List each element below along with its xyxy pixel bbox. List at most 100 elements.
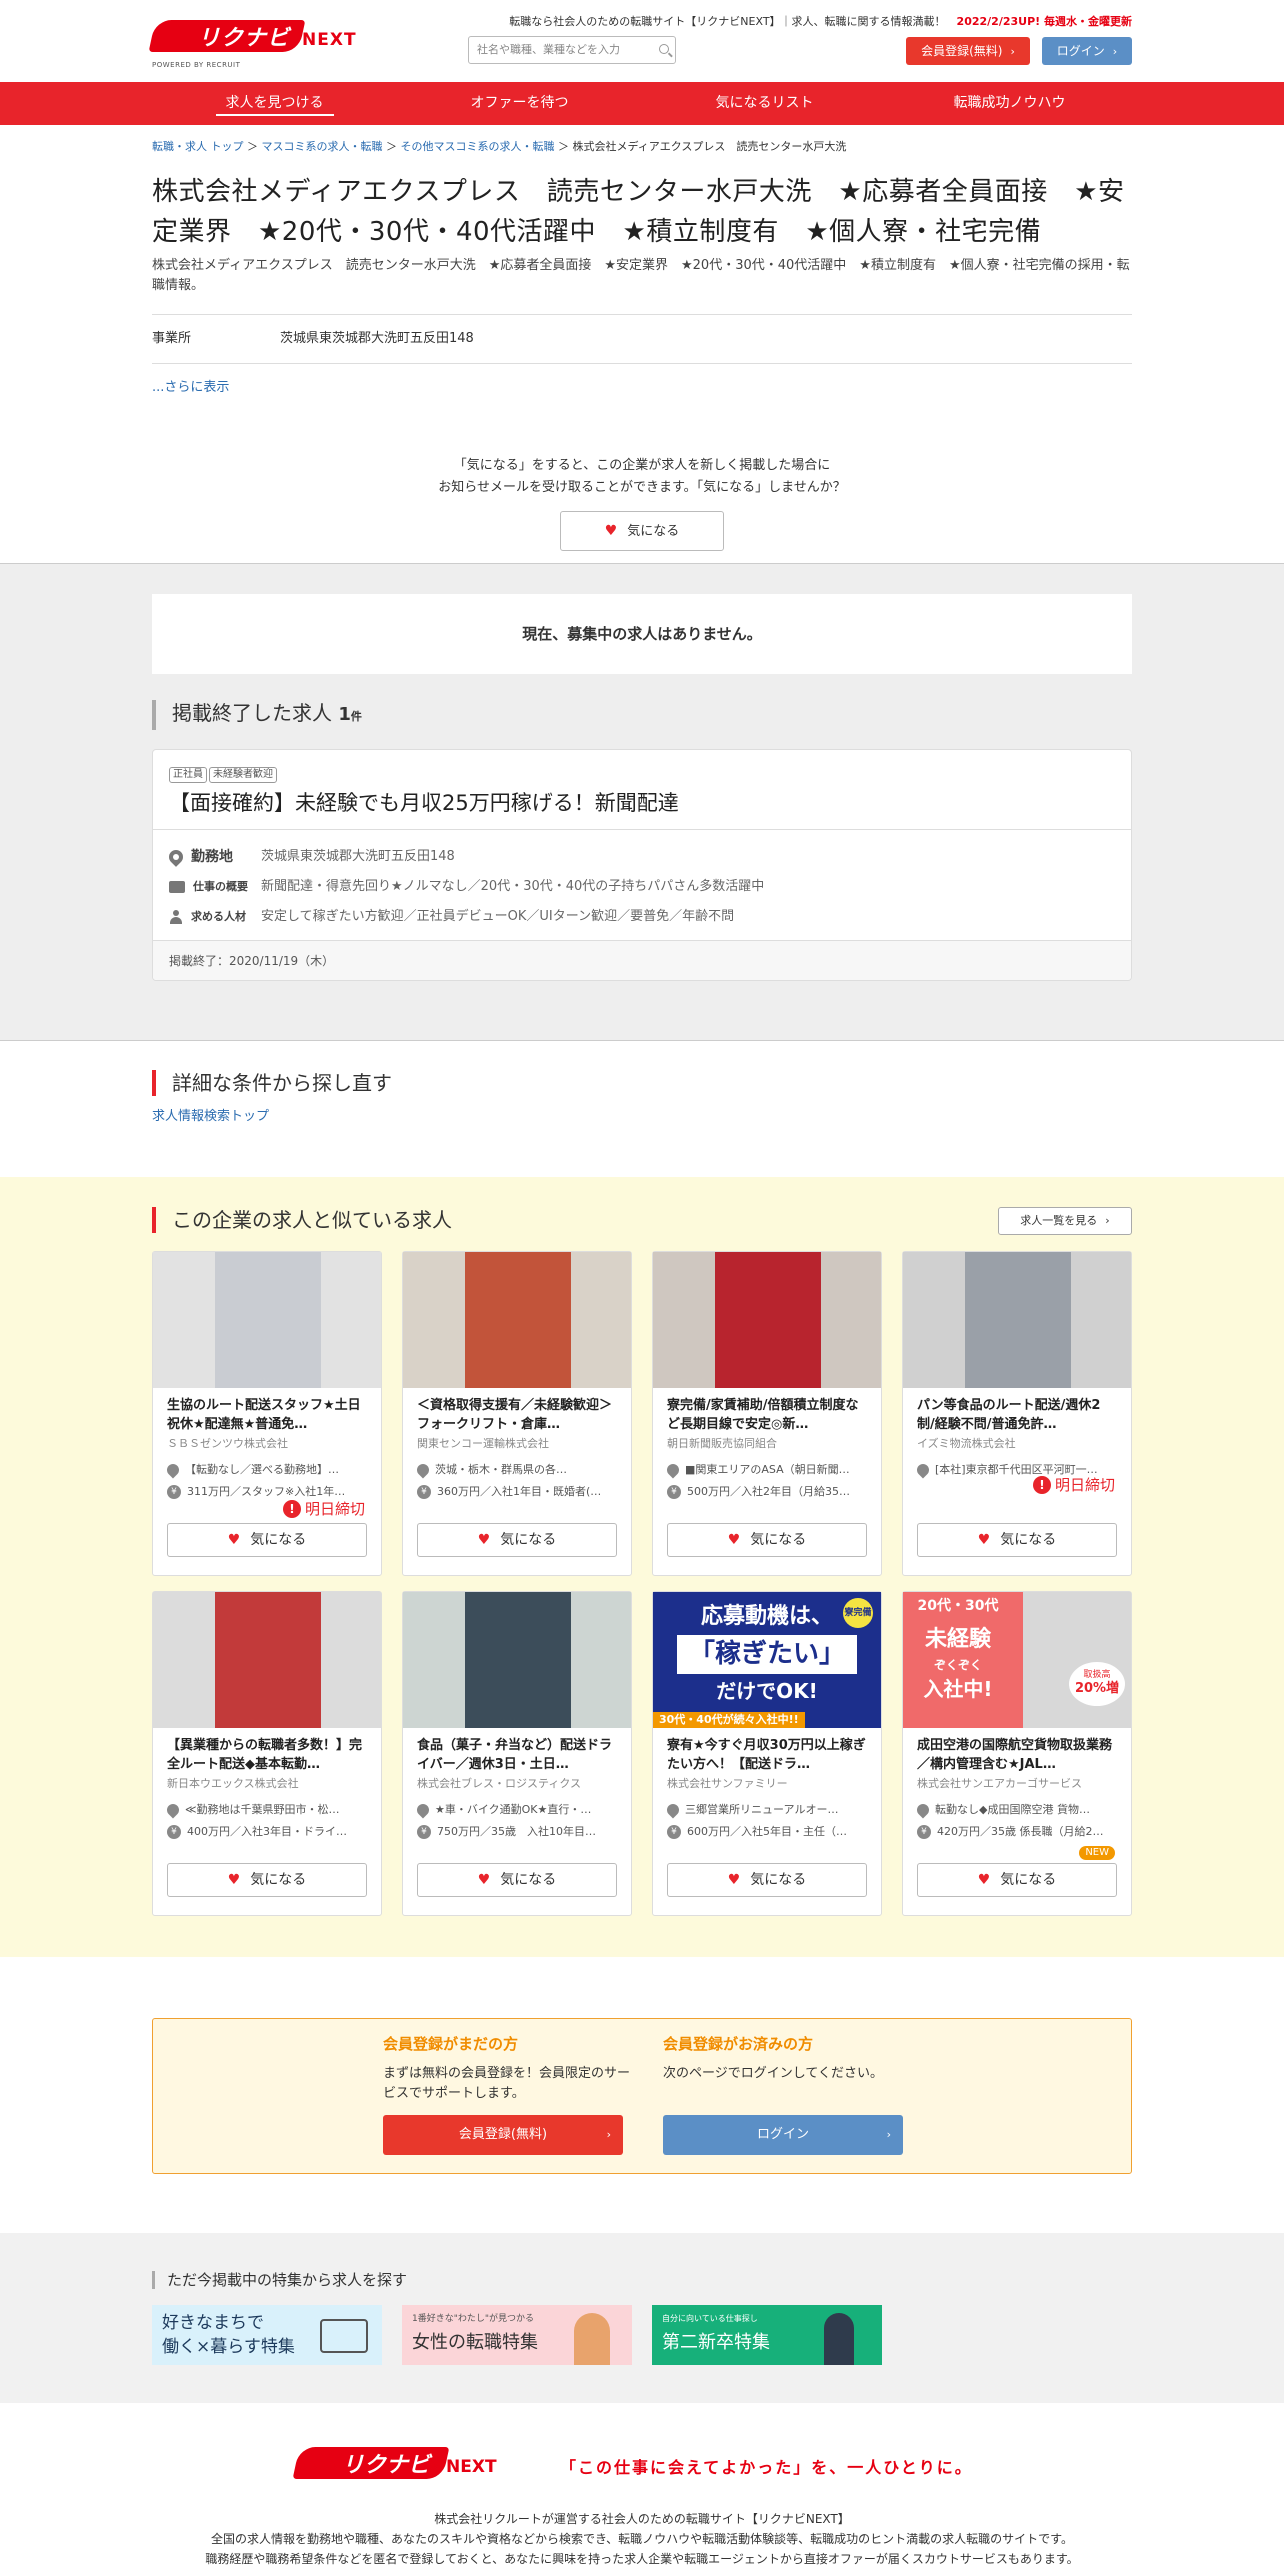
ended-job-title[interactable]: 【面接確約】未経験でも月収25万円稼げる！新聞配達 — [153, 784, 1131, 830]
yen-icon: ¥ — [417, 1484, 431, 1499]
fav-label: 気になる — [750, 1532, 807, 1548]
similar-fav-button[interactable]: ♥ 気になる — [667, 1523, 867, 1557]
breadcrumb: 転職・求人 トップ ＞ マスコミ系の求人・転職 ＞ その他マスコミ系の求人・転職… — [152, 139, 846, 156]
breadcrumb-other-masscomm[interactable]: その他マスコミ系の求人・転職 — [401, 140, 555, 153]
location-pin-icon — [667, 1461, 682, 1478]
job-location: ≪勤務地は千葉県野田市・松… — [167, 1799, 367, 1821]
breadcrumb-top[interactable]: 転職・求人 トップ — [152, 140, 244, 153]
job-title[interactable]: ＜資格取得支援有／未経験歓迎＞フォークリフト・倉庫… — [403, 1388, 631, 1434]
yen-icon: ¥ — [417, 1824, 431, 1839]
job-title[interactable]: 寮有★今すぐ月収30万円以上稼ぎたい方へ！【配送ドラ… — [653, 1728, 881, 1774]
job-image[interactable] — [903, 1252, 1131, 1388]
member-login-button[interactable]: ログイン › — [663, 2115, 903, 2155]
job-photo — [215, 1592, 321, 1728]
footer-line1: 株式会社リクルートが運営する社会人のための転職サイト【リクナビNEXT】 — [434, 2512, 850, 2526]
similar-job-card[interactable]: 寮完備/家賃補助/倍額積立制度など長期目線で安定◎新… 朝日新聞販売協同組合 ■関東… — [652, 1251, 882, 1576]
job-location: ★車・バイク通勤OK★直行・… — [417, 1799, 617, 1821]
banner-second-grad[interactable]: 自分に向いている仕事探し 第二新卒特集 — [652, 2305, 882, 2365]
breadcrumb-sep: ＞ — [386, 140, 397, 153]
similar-fav-button[interactable]: ♥ 気になる — [417, 1863, 617, 1897]
job-title[interactable]: 生協のルート配送スタッフ★土日祝休★配達無★普通免… — [153, 1388, 381, 1434]
similar-job-card[interactable]: ＜資格取得支援有／未経験歓迎＞フォークリフト・倉庫… 関東センコー運輸株式会社 茨城… — [402, 1251, 632, 1576]
similar-fav-button[interactable]: ♥ 気になる — [917, 1523, 1117, 1557]
footer-logo-text: リクナビ — [342, 2453, 431, 2478]
similar-job-card[interactable]: 20代・30代 未経験 ぞくぞく 入社中! 取扱高 20%増成田空港の国際航空貨物取扱業務… — [902, 1591, 1132, 1916]
banner-hometown[interactable]: 好きなまちで 働く×暮らす特集 — [152, 2305, 382, 2365]
job-company: 株式会社サンファミリー — [667, 1777, 788, 1790]
similar-fav-button[interactable]: ♥ 気になる — [167, 1523, 367, 1557]
company-fav-button[interactable]: ♥ 気になる — [560, 511, 724, 551]
job-tags: 正社員 未経験者歓迎 — [153, 750, 1131, 784]
row-value: 安定して稼ぎたい方歓迎／正社員デビューOK／UIターン歓迎／要普免／年齢不問 — [261, 909, 735, 924]
job-photo — [465, 1592, 571, 1728]
fav-label: 気になる — [250, 1532, 307, 1548]
job-location: 転勤なし◆成田国際空港 貨物… — [917, 1799, 1117, 1821]
job-image[interactable] — [403, 1252, 631, 1388]
deadline-badge: ! 明日締切 — [282, 1498, 365, 1521]
member-register-label: 会員登録(無料) — [458, 2127, 548, 2142]
job-salary: ¥600万円／入社5年目・主任（… — [667, 1821, 867, 1843]
search-top-link[interactable]: 求人情報検索トップ — [152, 1109, 269, 1124]
banner-rate: 取扱高 20%増 — [1069, 1662, 1125, 1706]
woman-figure — [574, 2313, 610, 2365]
yen-icon: ¥ — [917, 1824, 931, 1839]
chevron-right-icon: › — [1105, 1214, 1110, 1227]
job-image[interactable] — [153, 1592, 381, 1728]
similar-job-card[interactable]: 食品（菓子・弁当など）配送ドライバー／週休3日・土日… 株式会社ブレス・ロジスティ… — [402, 1591, 632, 1916]
similar-fav-button[interactable]: ♥ 気になる — [417, 1523, 617, 1557]
job-photo — [715, 1252, 821, 1388]
location-pin-icon — [166, 847, 186, 867]
job-title[interactable]: 寮完備/家賃補助/倍額積立制度など長期目線で安定◎新… — [653, 1388, 881, 1434]
job-title[interactable]: パン等食品のルート配送/週休2制/経験不問/普通免許… — [903, 1388, 1131, 1434]
breadcrumb-masscomm[interactable]: マスコミ系の求人・転職 — [262, 140, 383, 153]
similar-fav-button[interactable]: ♥ 気になる — [667, 1863, 867, 1897]
similar-fav-button[interactable]: ♥ 気になる — [917, 1863, 1117, 1897]
job-salary: ¥420万円／35歳 係長職（月給2… — [917, 1821, 1117, 1843]
job-image[interactable]: 応募動機は、 「稼ぎたい」 だけでOK! 30代・40代が続々入社中!! 寮完備 — [653, 1592, 881, 1728]
truck-icon — [320, 2319, 368, 2353]
similar-job-card[interactable]: 応募動機は、 「稼ぎたい」 だけでOK! 30代・40代が続々入社中!! 寮完備 寮有★今… — [652, 1591, 882, 1916]
job-banner-text: 応募動機は、 「稼ぎたい」 だけでOK! 30代・40代が続々入社中!! 寮完備 — [653, 1592, 881, 1728]
member-register-button[interactable]: 会員登録(無料) › — [383, 2115, 623, 2155]
job-salary: ¥500万円／入社2年目（月給35… — [667, 1481, 867, 1503]
job-company: 新日本ウエックス株式会社 — [167, 1777, 299, 1790]
location-pin-icon — [167, 1801, 182, 1818]
alert-icon: ! — [1032, 1476, 1051, 1495]
banner-line: 20%増 — [1074, 1681, 1120, 1696]
similar-jobs-section: この企業の求人と似ている求人 求人一覧を見る › 生協のルート配送スタッフ★土日祝… — [0, 1177, 1284, 1957]
ended-job-card[interactable]: 正社員 未経験者歓迎 【面接確約】未経験でも月収25万円稼げる！新聞配達 勤務地 茨… — [152, 749, 1132, 981]
job-salary: ¥750万円／35歳 入社10年目… — [417, 1821, 617, 1843]
similar-job-card[interactable]: 生協のルート配送スタッフ★土日祝休★配達無★普通免… ＳＢＳゼンツウ株式会社 【転勤… — [152, 1251, 382, 1576]
banner-line: 20代・30代 — [917, 1598, 999, 1614]
job-company: 株式会社サンエアカーゴサービス — [917, 1777, 1082, 1790]
similar-job-card[interactable]: 【異業種からの転職者多数！】完全ルート配送◆基本転勤… 新日本ウエックス株式会社 ≪… — [152, 1591, 382, 1916]
job-company: 朝日新聞販売協同組合 — [667, 1437, 777, 1450]
member-right-heading: 会員登録がお済みの方 — [663, 2035, 814, 2053]
ended-unit: 件 — [350, 710, 362, 723]
heart-icon: ♥ — [227, 1532, 241, 1548]
job-image[interactable] — [403, 1592, 631, 1728]
tag-fulltime: 正社員 — [169, 767, 207, 783]
alert-icon: ! — [282, 1500, 301, 1519]
job-title[interactable]: 成田空港の国際航空貨物取扱業務／構内管理含む★JAL… — [903, 1728, 1131, 1774]
similar-job-card[interactable]: パン等食品のルート配送/週休2制/経験不問/普通免許… イズミ物流株式会社 [本社]… — [902, 1251, 1132, 1576]
show-more-link[interactable]: ...さらに表示 — [152, 380, 229, 395]
job-title[interactable]: 【異業種からの転職者多数！】完全ルート配送◆基本転勤… — [153, 1728, 381, 1774]
list-all-button[interactable]: 求人一覧を見る › — [998, 1207, 1132, 1235]
job-salary: ¥360万円／入社1年目・既婚者(… — [417, 1481, 617, 1503]
job-image[interactable]: 20代・30代 未経験 ぞくぞく 入社中! 取扱高 20%増 — [903, 1592, 1131, 1728]
job-location: ■関東エリアのASA（朝日新聞… — [667, 1459, 867, 1481]
job-banner-text: 20代・30代 未経験 ぞくぞく 入社中! — [903, 1592, 1013, 1728]
job-image[interactable] — [153, 1252, 381, 1388]
similar-fav-button[interactable]: ♥ 気になる — [167, 1863, 367, 1897]
fav-label: 気になる — [250, 1872, 307, 1888]
job-location-text: ≪勤務地は千葉県野田市・松… — [185, 1802, 340, 1816]
job-salary-text: 400万円／入社3年目・ドライ… — [187, 1824, 347, 1838]
refine-heading: 詳細な条件から探し直す — [152, 1070, 392, 1096]
no-job-notice: 現在、募集中の求人はありません。 — [152, 594, 1132, 674]
row-label: 勤務地 — [191, 849, 233, 865]
job-title[interactable]: 食品（菓子・弁当など）配送ドライバー／週休3日・土日… — [403, 1728, 631, 1774]
banner-women[interactable]: 1番好きな"わたし"が見つかる 女性の転職特集 — [402, 2305, 632, 2365]
job-company: イズミ物流株式会社 — [917, 1437, 1016, 1450]
job-image[interactable] — [653, 1252, 881, 1388]
